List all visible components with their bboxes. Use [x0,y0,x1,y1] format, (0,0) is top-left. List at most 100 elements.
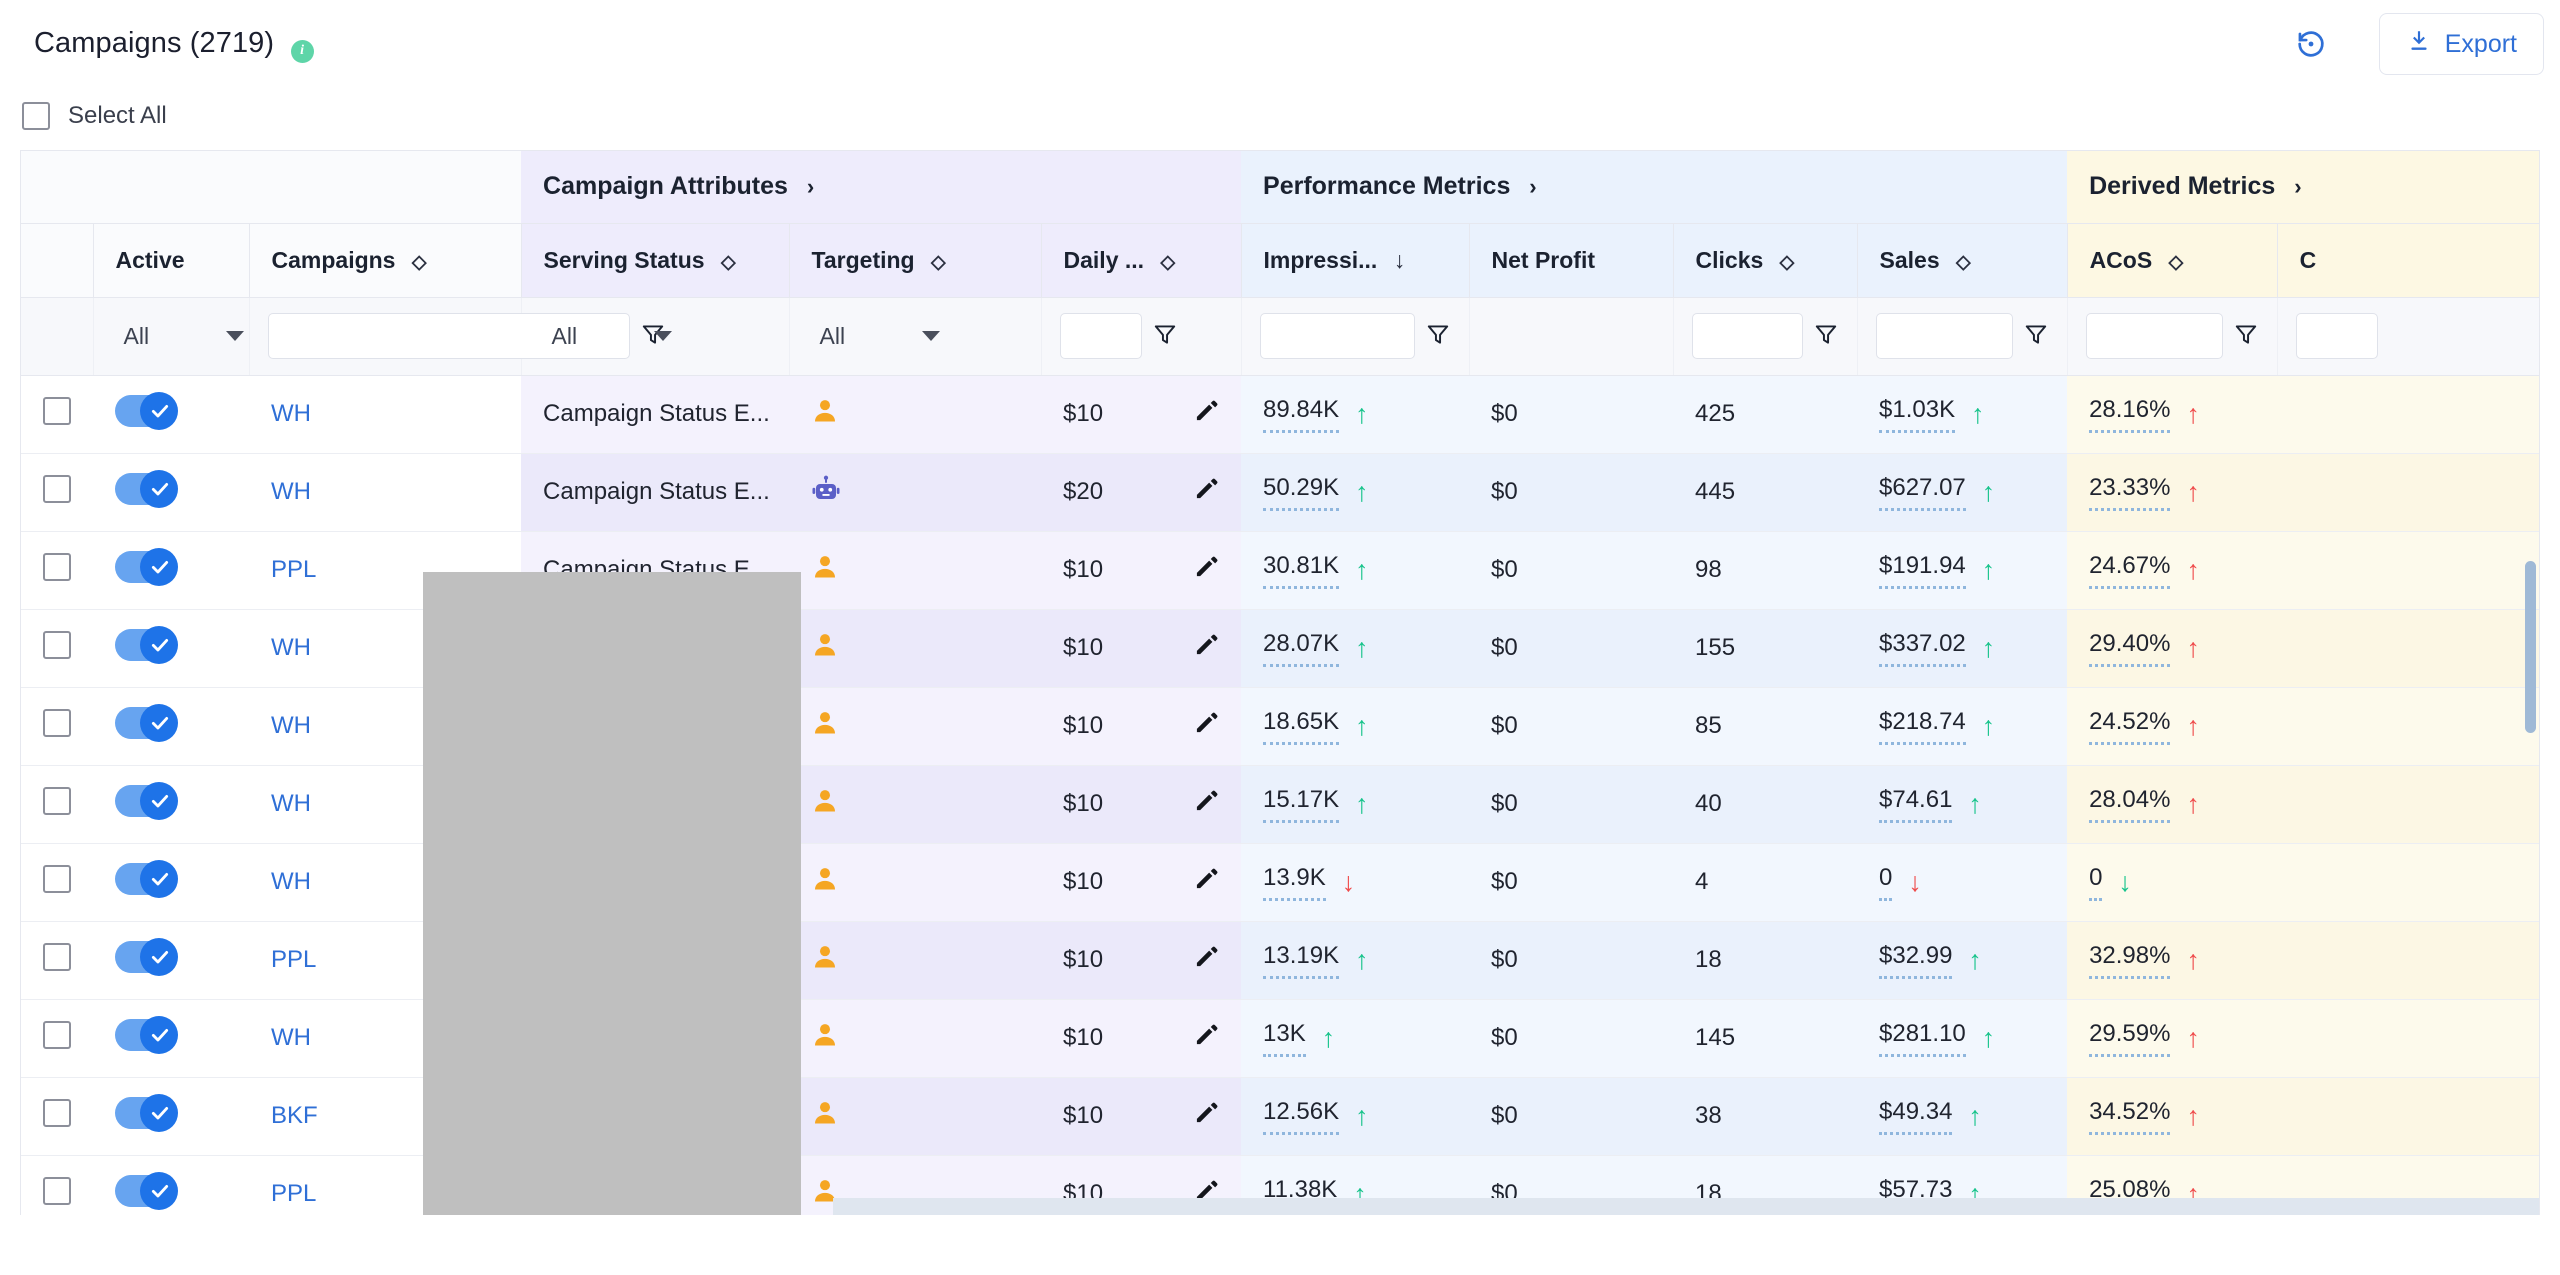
acos-value[interactable]: 24.67% [2089,552,2171,589]
edit-daily-budget-pencil-icon[interactable] [1193,554,1219,587]
vertical-scrollbar-thumb[interactable] [2525,561,2536,733]
column-header-serving-status[interactable]: Serving Status ◇ [520,223,790,298]
group-derived-metrics[interactable]: Derived Metrics › [2067,151,2539,224]
column-header-daily-budget[interactable]: Daily ... ◇ [1040,223,1242,298]
active-toggle[interactable] [115,781,178,820]
row-select-checkbox[interactable] [43,942,71,971]
row-select-checkbox[interactable] [43,552,71,581]
sort-both-icon[interactable]: ◇ [1160,251,1175,274]
campaign-name-link[interactable]: BKF [271,1102,318,1129]
impressions-value[interactable]: 28.07K [1263,630,1340,667]
select-all-checkbox[interactable] [22,102,50,130]
row-select-checkbox[interactable] [43,786,71,815]
column-header-next[interactable]: C [2276,223,2539,298]
row-select-checkbox[interactable] [43,864,71,893]
column-header-impressions[interactable]: Impressi... ↓ [1240,223,1470,298]
filter-sales-input[interactable] [1875,313,2013,359]
row-select-checkbox[interactable] [43,396,71,425]
sort-both-icon[interactable]: ◇ [721,251,736,274]
filter-funnel-icon[interactable] [2023,321,2049,352]
campaign-name-link[interactable]: WH [271,712,311,739]
table-row[interactable]: PPL Campaign Status E... $10 30.81K ↑ $0 98 $19… [21,531,2539,610]
campaign-name-link[interactable]: WH [271,634,311,661]
filter-funnel-icon[interactable] [1813,321,1839,352]
acos-value[interactable]: 0 [2089,864,2103,901]
horizontal-scrollbar[interactable] [833,1198,2539,1215]
sales-value[interactable]: $337.02 [1879,630,1966,667]
campaign-name-link[interactable]: WH [271,1024,311,1051]
impressions-value[interactable]: 89.84K [1263,396,1340,433]
column-header-clicks[interactable]: Clicks ◇ [1672,223,1858,298]
history-restore-icon[interactable] [2289,22,2333,66]
edit-daily-budget-pencil-icon[interactable] [1193,866,1219,899]
sales-value[interactable]: $191.94 [1879,552,1966,589]
row-select-checkbox[interactable] [43,630,71,659]
edit-daily-budget-pencil-icon[interactable] [1193,1100,1219,1133]
edit-daily-budget-pencil-icon[interactable] [1193,710,1219,743]
sales-value[interactable]: $281.10 [1879,1020,1966,1057]
table-row[interactable]: WH Campaign Status E... $10 89.84K ↑ $0 425 $1.… [21,375,2539,454]
sort-both-icon[interactable]: ◇ [2169,251,2184,274]
sort-both-icon[interactable]: ◇ [1956,251,1971,274]
filter-clicks-input[interactable] [1691,313,1803,359]
column-header-targeting[interactable]: Targeting ◇ [788,223,1042,298]
acos-value[interactable]: 23.33% [2089,474,2171,511]
table-row[interactable]: WH Campaign Status E... $10 13.9K ↓ $0 4 0 ↓ 0 ↓ [21,843,2539,922]
column-header-sales[interactable]: Sales ◇ [1856,223,2068,298]
row-select-checkbox[interactable] [43,1098,71,1127]
acos-value[interactable]: 28.04% [2089,786,2171,823]
acos-value[interactable]: 28.16% [2089,396,2171,433]
campaign-name-link[interactable]: WH [271,478,311,505]
filter-acos-input[interactable] [2085,313,2223,359]
column-header-acos[interactable]: ACoS ◇ [2066,223,2278,298]
active-toggle[interactable] [115,1171,178,1210]
row-select-checkbox[interactable] [43,1176,71,1205]
table-row[interactable]: PPL Campaign Status E... $10 13.19K ↑ $0 18 $32… [21,921,2539,1000]
sales-value[interactable]: $218.74 [1879,708,1966,745]
sales-value[interactable]: $627.07 [1879,474,1966,511]
sort-descending-icon[interactable]: ↓ [1394,247,1406,274]
active-toggle[interactable] [115,1015,178,1054]
active-toggle[interactable] [115,703,178,742]
active-toggle[interactable] [115,625,178,664]
acos-value[interactable]: 24.52% [2089,708,2171,745]
edit-daily-budget-pencil-icon[interactable] [1193,398,1219,431]
sales-value[interactable]: $74.61 [1879,786,1953,823]
row-select-checkbox[interactable] [43,474,71,503]
edit-daily-budget-pencil-icon[interactable] [1193,632,1219,665]
active-toggle[interactable] [115,859,178,898]
sales-value[interactable]: 0 [1879,864,1893,901]
impressions-value[interactable]: 30.81K [1263,552,1340,589]
impressions-value[interactable]: 12.56K [1263,1098,1340,1135]
sales-value[interactable]: $49.34 [1879,1098,1953,1135]
table-row[interactable]: WH Campaign Status E... $20 50.29K ↑ $0 445 $62… [21,453,2539,532]
edit-daily-budget-pencil-icon[interactable] [1193,476,1219,509]
row-select-checkbox[interactable] [43,708,71,737]
table-row[interactable]: WH Campaign Status E... $10 15.17K ↑ $0 40 $74.… [21,765,2539,844]
impressions-value[interactable]: 15.17K [1263,786,1340,823]
group-campaign-attributes[interactable]: Campaign Attributes › [521,151,1242,224]
row-select-checkbox[interactable] [43,1020,71,1049]
active-toggle[interactable] [115,937,178,976]
edit-daily-budget-pencil-icon[interactable] [1193,944,1219,977]
campaign-name-link[interactable]: WH [271,868,311,895]
campaign-name-link[interactable]: PPL [271,556,316,583]
campaign-name-link[interactable]: PPL [271,946,316,973]
acos-value[interactable]: 29.59% [2089,1020,2171,1057]
sort-both-icon[interactable]: ◇ [931,251,946,274]
filter-daily-budget-input[interactable] [1059,313,1142,359]
active-toggle[interactable] [115,391,178,430]
filter-active-select[interactable]: All [112,323,244,350]
sort-both-icon[interactable]: ◇ [1780,251,1795,274]
table-row[interactable]: WH Campaign Status E... $10 28.07K ↑ $0 155 $33… [21,609,2539,688]
table-row[interactable]: WH Campaign Status E... $10 18.65K ↑ $0 85 $218… [21,687,2539,766]
campaign-name-link[interactable]: WH [271,400,311,427]
impressions-value[interactable]: 13.19K [1263,942,1340,979]
impressions-value[interactable]: 18.65K [1263,708,1340,745]
active-toggle[interactable] [115,469,178,508]
edit-daily-budget-pencil-icon[interactable] [1193,1022,1219,1055]
impressions-value[interactable]: 13.9K [1263,864,1326,901]
sort-both-icon[interactable]: ◇ [412,251,427,274]
active-toggle[interactable] [115,547,178,586]
export-button[interactable]: Export [2378,13,2544,75]
